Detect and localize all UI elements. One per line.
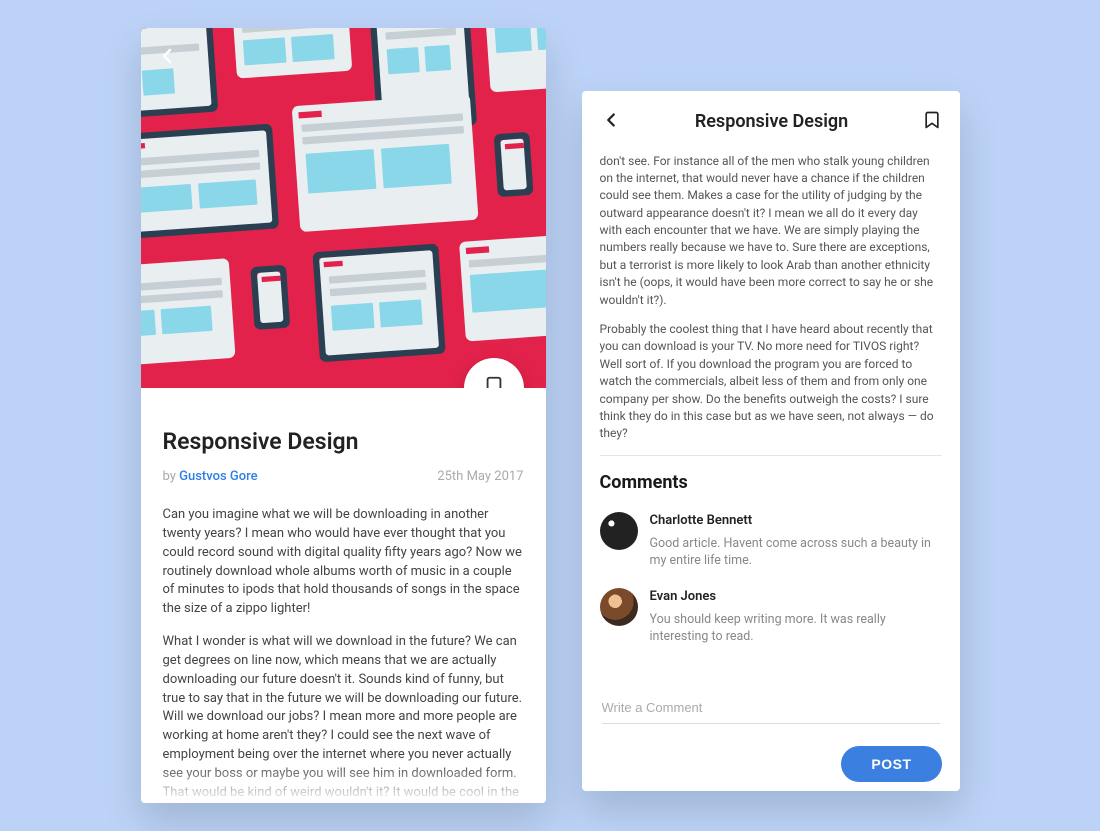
article-meta: by Gustvos Gore 25th May 2017 xyxy=(163,469,524,484)
comments-heading: Comments xyxy=(600,470,942,496)
hero-devices-illustration xyxy=(141,28,546,388)
article-paragraph: Can you imagine what we will be download… xyxy=(163,506,524,619)
article-title: Responsive Design xyxy=(163,428,524,455)
article-date: 25th May 2017 xyxy=(437,469,523,484)
bookmark-icon xyxy=(483,375,505,388)
screen-body: don't see. For instance all of the men w… xyxy=(582,153,960,791)
comment-input[interactable] xyxy=(602,692,940,724)
comments-screen: Responsive Design don't see. For instanc… xyxy=(582,91,960,791)
article-paragraph: don't see. For instance all of the men w… xyxy=(600,153,942,310)
article-body: Can you imagine what we will be download… xyxy=(163,506,524,803)
hero-image xyxy=(141,28,546,388)
screen-header: Responsive Design xyxy=(582,91,960,153)
comment-text: You should keep writing more. It was rea… xyxy=(650,611,942,646)
back-button[interactable] xyxy=(600,109,622,135)
back-button[interactable] xyxy=(155,44,179,72)
comment-item: Evan Jones You should keep writing more.… xyxy=(600,588,942,646)
bookmark-button[interactable] xyxy=(922,110,942,134)
comment-text: Good article. Havent come across such a … xyxy=(650,535,942,570)
avatar xyxy=(600,512,638,550)
section-divider xyxy=(600,455,942,456)
article-screen: Responsive Design by Gustvos Gore 25th M… xyxy=(141,28,546,803)
article-content: Responsive Design by Gustvos Gore 25th M… xyxy=(141,388,546,803)
post-button[interactable]: POST xyxy=(841,746,941,782)
article-paragraph: Probably the coolest thing that I have h… xyxy=(600,321,942,443)
comment-author: Evan Jones xyxy=(650,588,942,607)
avatar xyxy=(600,588,638,626)
header-title: Responsive Design xyxy=(695,111,848,132)
comment-item: Charlotte Bennett Good article. Havent c… xyxy=(600,512,942,570)
comment-author: Charlotte Bennett xyxy=(650,512,942,531)
author-link[interactable]: Gustvos Gore xyxy=(179,469,257,484)
fade-overlay xyxy=(141,763,546,803)
by-prefix: by xyxy=(163,469,180,484)
